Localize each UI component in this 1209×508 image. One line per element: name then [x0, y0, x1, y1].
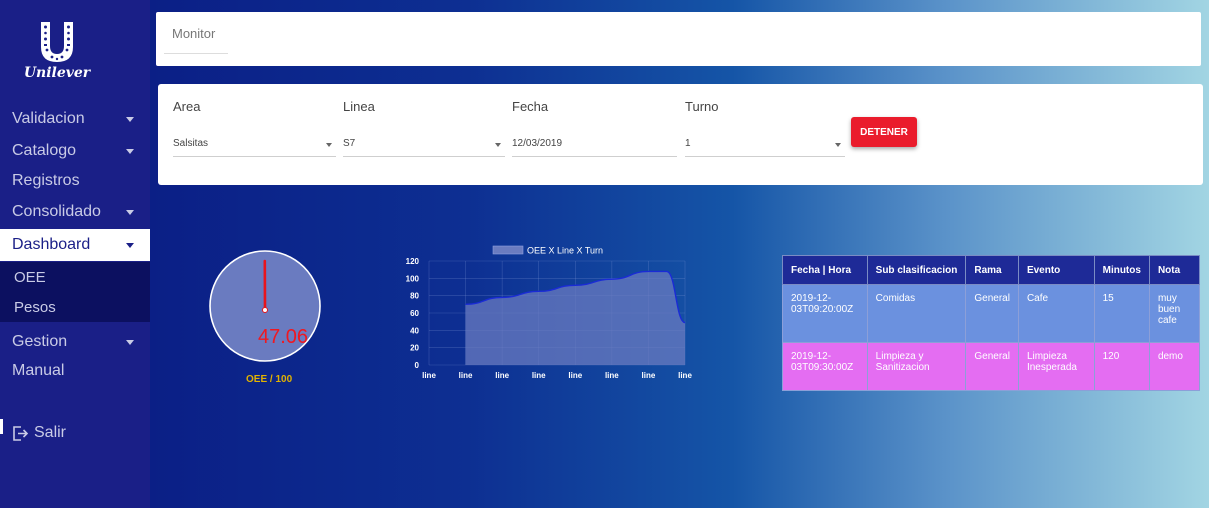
- logo-wordmark: Unilever: [23, 65, 91, 81]
- sidebar-subitem-label: OEE: [14, 268, 46, 286]
- caret-down-icon: [126, 209, 134, 215]
- cell-minutos: 120: [1093, 342, 1150, 391]
- y-tick-label: 40: [410, 326, 419, 335]
- turno-value: 1: [685, 138, 691, 149]
- table-row[interactable]: 2019-12-03T09:30:00Z Limpieza y Sanitiza…: [782, 342, 1201, 391]
- caret-down-icon: [126, 116, 134, 122]
- x-tick-label: line: [459, 371, 473, 380]
- sidebar-item-consolidado[interactable]: Consolidado: [0, 196, 150, 228]
- sidebar-item-gestion[interactable]: Gestion: [0, 326, 150, 358]
- page-title: Monitor: [172, 26, 216, 41]
- table-row[interactable]: 2019-12-03T09:20:00Z Comidas General Caf…: [782, 284, 1201, 343]
- cell-fecha: 2019-12-03T09:30:00Z: [782, 342, 868, 391]
- y-tick-label: 60: [410, 309, 419, 318]
- cell-evento: Limpieza Inesperada: [1017, 342, 1095, 391]
- caret-down-icon: [126, 148, 134, 154]
- sidebar-item-label: Registros: [12, 172, 80, 189]
- x-tick-label: line: [642, 371, 656, 380]
- column-header: Sub clasificacion: [866, 255, 967, 285]
- gauge-label: OEE / 100: [246, 374, 293, 385]
- x-tick-label: line: [422, 371, 436, 380]
- fecha-input[interactable]: 12/03/2019: [512, 131, 677, 157]
- cell-minutos: 15: [1093, 284, 1150, 343]
- exit-icon: [13, 425, 29, 441]
- cell-rama: General: [965, 342, 1019, 391]
- y-tick-label: 100: [406, 274, 420, 283]
- y-tick-label: 80: [410, 292, 419, 301]
- cell-sub: Comidas: [866, 284, 967, 343]
- x-tick-label: line: [678, 371, 692, 380]
- unilever-logo: Unilever: [0, 20, 150, 90]
- cell-rama: General: [965, 284, 1019, 343]
- area-value: Salsitas: [173, 138, 209, 149]
- sidebar-item-catalogo[interactable]: Catalogo: [0, 135, 150, 167]
- sidebar-item-validacion[interactable]: Validacion: [0, 103, 150, 135]
- fecha-value: 12/03/2019: [512, 138, 563, 149]
- sidebar-item-label: Dashboard: [12, 236, 91, 253]
- cell-sub: Limpieza y Sanitizacion: [866, 342, 967, 391]
- column-header: Fecha | Hora: [782, 255, 868, 285]
- column-header: Evento: [1017, 255, 1095, 285]
- sidebar-item-label: Validacion: [12, 110, 85, 127]
- sidebar-item-manual[interactable]: Manual: [0, 355, 150, 387]
- legend-label: OEE X Line X Turn: [527, 246, 603, 256]
- sidebar-subitem-oee[interactable]: OEE: [0, 262, 150, 292]
- sidebar-subitem-label: Pesos: [14, 298, 56, 316]
- area-select[interactable]: Salsitas: [173, 131, 336, 157]
- events-table: Fecha | Hora Sub clasificacion Rama Even…: [782, 255, 1201, 391]
- sidebar-item-label: Catalogo: [12, 142, 77, 159]
- x-tick-label: line: [532, 371, 546, 380]
- caret-down-icon: [126, 339, 134, 345]
- cell-nota: muy buen cafe: [1148, 284, 1201, 343]
- logout-label: Salir: [34, 424, 67, 441]
- column-header: Minutos: [1093, 255, 1150, 285]
- header-underline: [164, 53, 228, 54]
- legend-swatch: [492, 245, 524, 255]
- filter-card: Area Salsitas Linea S7 Fecha 12/03/2019 …: [158, 84, 1203, 185]
- table-header-row: Fecha | Hora Sub clasificacion Rama Even…: [782, 255, 1201, 285]
- sidebar-item-registros[interactable]: Registros: [0, 165, 150, 197]
- turno-label: Turno: [685, 99, 719, 114]
- sidebar-item-label: Manual: [12, 362, 65, 379]
- y-tick-label: 120: [406, 257, 420, 266]
- sidebar-subitem-pesos[interactable]: Pesos: [0, 292, 150, 322]
- x-tick-label: line: [495, 371, 509, 380]
- caret-down-icon: [126, 242, 134, 248]
- sidebar-item-label: Consolidado: [12, 203, 101, 220]
- x-tick-label: line: [568, 371, 582, 380]
- column-header: Nota: [1148, 255, 1201, 285]
- column-header: Rama: [965, 255, 1019, 285]
- fecha-label: Fecha: [512, 99, 549, 114]
- cell-evento: Cafe: [1017, 284, 1095, 343]
- cell-fecha: 2019-12-03T09:20:00Z: [782, 284, 868, 343]
- sidebar-item-label: Gestion: [12, 333, 68, 350]
- linea-value: S7: [343, 138, 356, 149]
- exit-marker: [0, 419, 3, 434]
- gauge-value: 47.06: [258, 326, 309, 348]
- x-tick-label: line: [605, 371, 619, 380]
- dashboard-submenu: OEE Pesos: [0, 262, 150, 322]
- turno-select[interactable]: 1: [685, 131, 845, 157]
- unilever-logo-icon: [41, 22, 73, 62]
- stop-button[interactable]: DETENER: [851, 117, 917, 147]
- caret-down-icon: [495, 143, 501, 147]
- header-bar: Monitor: [156, 12, 1201, 66]
- oee-area-chart: OEE X Line X Turn 0 20 40 60 80 100 120 line line…: [406, 245, 693, 381]
- y-tick-label: 0: [415, 361, 420, 370]
- linea-label: Linea: [343, 99, 375, 114]
- sidebar-item-dashboard[interactable]: Dashboard: [0, 229, 150, 261]
- sidebar: Unilever Validacion Catalogo Registros C…: [0, 0, 150, 508]
- gauge-pivot: [262, 307, 268, 313]
- y-tick-label: 20: [410, 344, 419, 353]
- linea-select[interactable]: S7: [343, 131, 505, 157]
- cell-nota: demo: [1148, 342, 1201, 391]
- caret-down-icon: [835, 143, 841, 147]
- caret-down-icon: [326, 143, 332, 147]
- logout-link[interactable]: Salir: [12, 420, 66, 446]
- area-label: Area: [173, 99, 201, 114]
